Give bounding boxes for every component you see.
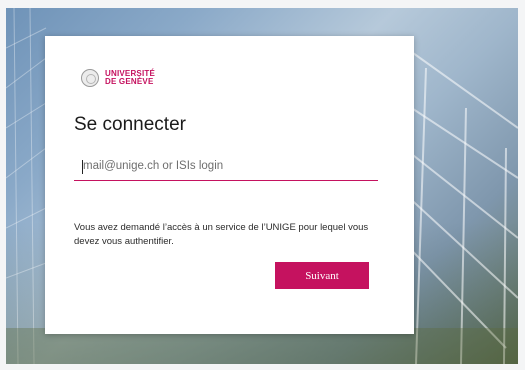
logo-text: UNIVERSITÉ DE GENÈVE [105,70,155,86]
login-card: UNIVERSITÉ DE GENÈVE Se connecter Vous a… [45,36,414,334]
university-seal-icon [81,69,99,87]
username-input[interactable] [74,152,378,181]
info-text: Vous avez demandé l’accès à un service d… [74,222,369,247]
university-logo: UNIVERSITÉ DE GENÈVE [81,69,155,87]
logo-line-2: DE GENÈVE [105,77,154,86]
page-title: Se connecter [74,114,186,135]
next-button[interactable]: Suivant [275,262,369,289]
text-cursor [82,160,83,174]
